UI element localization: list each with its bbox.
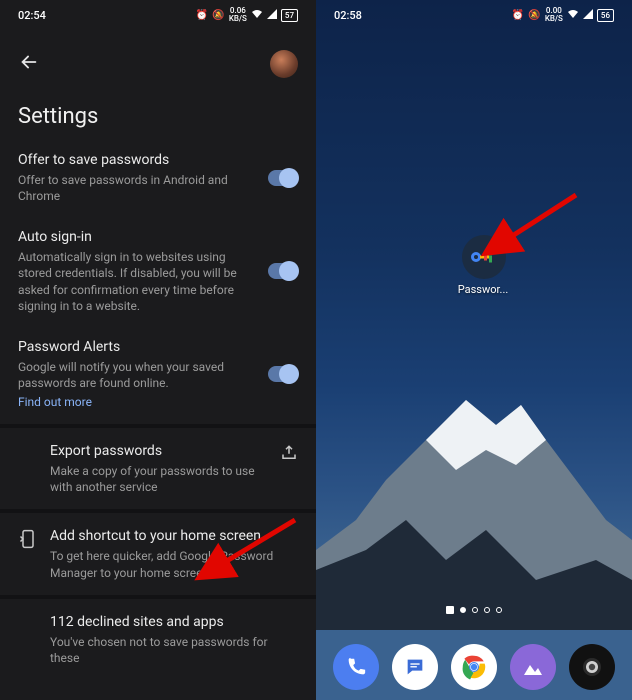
alerts-toggle[interactable]	[268, 366, 298, 382]
chrome-app[interactable]	[451, 644, 497, 690]
export-passwords-row[interactable]: Export passwords Make a copy of your pas…	[0, 428, 316, 509]
signal-icon	[583, 9, 593, 22]
auto-signin-row[interactable]: Auto sign-in Automatically sign in to we…	[0, 218, 316, 328]
messages-app[interactable]	[392, 644, 438, 690]
avatar[interactable]	[270, 50, 298, 78]
shortcut-label: Passwor...	[454, 283, 512, 296]
network-speed: 0.06KB/S	[229, 7, 247, 23]
add-shortcut-row[interactable]: Add shortcut to your home screen To get …	[0, 513, 316, 594]
offer-save-passwords-row[interactable]: Offer to save passwords Offer to save pa…	[0, 141, 316, 218]
status-bar-right: 02:58 ⏰ 🔕 0.00KB/S 56	[316, 0, 632, 30]
export-title: Export passwords	[50, 442, 268, 461]
shortcut-title: Add shortcut to your home screen	[50, 527, 298, 546]
offer-desc: Offer to save passwords in Android and C…	[18, 172, 258, 204]
status-time: 02:54	[18, 9, 46, 22]
auto-desc: Automatically sign in to websites using …	[18, 249, 258, 314]
gallery-app[interactable]	[510, 644, 556, 690]
battery-indicator: 56	[597, 9, 614, 22]
export-desc: Make a copy of your passwords to use wit…	[50, 463, 268, 495]
declined-sites-row[interactable]: 112 declined sites and apps You've chose…	[0, 599, 316, 680]
page-indicator-dot	[496, 607, 502, 613]
page-indicator-home	[446, 606, 454, 614]
alerts-desc: Google will notify you when your saved p…	[18, 359, 258, 391]
password-alerts-row[interactable]: Password Alerts Google will notify you w…	[0, 328, 316, 424]
page-indicator-dot	[472, 607, 478, 613]
mute-icon: 🔕	[528, 10, 540, 21]
alarm-icon: ⏰	[512, 10, 524, 21]
status-bar-left: 02:54 ⏰ 🔕 0.06KB/S 57	[0, 0, 316, 30]
status-time: 02:58	[334, 9, 362, 22]
status-icons-right: ⏰ 🔕 0.00KB/S 56	[512, 7, 614, 23]
wifi-icon	[251, 9, 263, 22]
add-to-home-icon	[18, 529, 38, 549]
page-title: Settings	[0, 86, 316, 141]
shortcut-desc: To get here quicker, add Google Password…	[50, 548, 290, 580]
wallpaper-mountain	[316, 370, 632, 630]
status-icons-left: ⏰ 🔕 0.06KB/S 57	[196, 7, 298, 23]
offer-toggle[interactable]	[268, 170, 298, 186]
dock	[316, 644, 632, 690]
declined-title: 112 declined sites and apps	[50, 613, 298, 632]
offer-title: Offer to save passwords	[18, 151, 258, 170]
wifi-icon	[567, 9, 579, 22]
password-manager-icon	[462, 235, 506, 279]
page-indicator-dot	[460, 607, 466, 613]
auto-toggle[interactable]	[268, 263, 298, 279]
header-row	[0, 30, 316, 86]
network-speed: 0.00KB/S	[545, 7, 563, 23]
page-indicator-dot	[484, 607, 490, 613]
mute-icon: 🔕	[212, 10, 224, 21]
phone-app[interactable]	[333, 644, 379, 690]
alarm-icon: ⏰	[196, 10, 208, 21]
alerts-title: Password Alerts	[18, 338, 258, 357]
back-button[interactable]	[18, 51, 40, 77]
page-indicator	[316, 606, 632, 614]
export-icon	[280, 444, 298, 462]
home-screen: 02:58 ⏰ 🔕 0.00KB/S 56	[316, 0, 632, 700]
find-out-more-link[interactable]: Find out more	[18, 395, 92, 409]
declined-desc: You've chosen not to save passwords for …	[50, 634, 290, 666]
auto-title: Auto sign-in	[18, 228, 258, 247]
battery-indicator: 57	[281, 9, 298, 22]
password-manager-shortcut[interactable]: Passwor...	[454, 235, 514, 296]
signal-icon	[267, 9, 277, 22]
camera-app[interactable]	[569, 644, 615, 690]
settings-screen: 02:54 ⏰ 🔕 0.06KB/S 57 Settings Offer to …	[0, 0, 316, 700]
